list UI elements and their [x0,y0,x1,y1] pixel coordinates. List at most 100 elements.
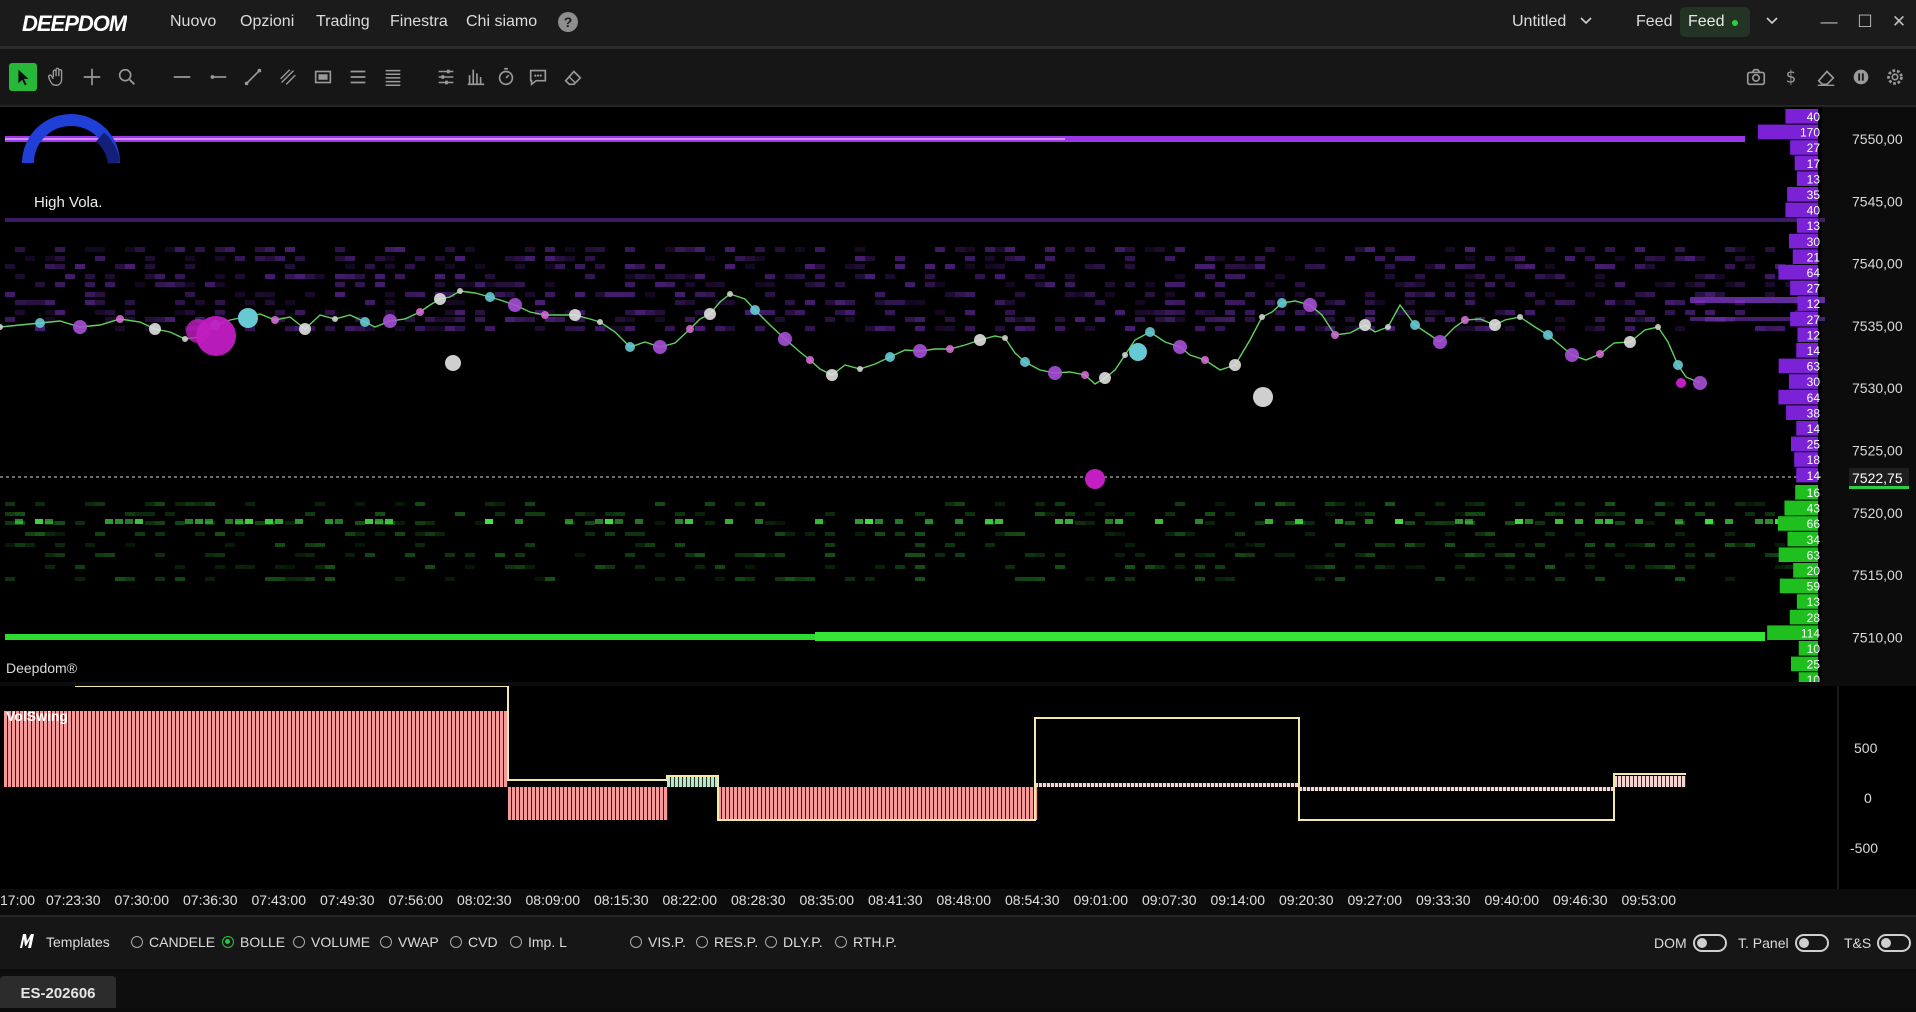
maximize-button[interactable]: ☐ [1852,8,1878,36]
camera-icon[interactable] [1742,63,1770,91]
radio-volume[interactable] [293,936,305,948]
profile-visp[interactable]: VIS.P. [630,934,686,950]
timer-icon[interactable] [492,63,520,91]
radio-vwap[interactable] [380,936,392,948]
channel-icon[interactable] [274,63,302,91]
volswing-bar [1103,783,1107,787]
volswing-bar [1435,787,1439,791]
volswing-bar [440,711,444,787]
volswing-bar [424,711,428,787]
volswing-bar [1375,787,1379,791]
radio-dlyp[interactable] [765,936,777,948]
menu-nuovo[interactable]: Nuovo [170,13,216,31]
volswing-bar [1595,787,1599,791]
volswing-bar [1451,787,1455,791]
volswing-bar [1183,783,1187,787]
menu-trading[interactable]: Trading [316,13,370,31]
volswing-bar [304,711,308,787]
profile-rthp[interactable]: RTH.P. [835,934,897,950]
price-tick: 7540,00 [1852,256,1903,272]
volswing-bar [288,711,292,787]
volume-bars-icon[interactable] [462,63,490,91]
clear-icon[interactable] [1812,63,1840,91]
close-button[interactable]: ✕ [1886,8,1912,36]
trade-bubble [625,342,635,352]
trendline-icon[interactable] [239,63,267,91]
comment-icon[interactable] [524,63,552,91]
volswing-bar [1587,787,1591,791]
menu-chi-siamo[interactable]: Chi siamo [466,13,537,31]
minimize-button[interactable]: — [1816,8,1842,36]
profile-dlyp[interactable]: DLY.P. [765,934,823,950]
profile-volume-bid: 10 [1807,673,1821,682]
crosshair-icon[interactable] [78,63,106,91]
type-cvd[interactable]: CVD [450,934,498,950]
ray-icon[interactable] [204,63,232,91]
dom-toggle[interactable]: DOM [1654,934,1727,952]
profile-volume-bid: 13 [1807,595,1821,609]
tpanel-switch[interactable] [1794,934,1829,952]
menu-finestra[interactable]: Finestra [390,13,448,31]
price-tick: 7510,00 [1852,629,1903,645]
menu-opzioni[interactable]: Opzioni [240,13,294,31]
type-bolle[interactable]: BOLLE [222,934,285,950]
settings-sliders-icon[interactable] [432,63,460,91]
feed-chevron-icon[interactable] [1766,16,1778,26]
volswing-bar [1670,776,1674,787]
gear-icon[interactable] [1881,63,1909,91]
feed-status-text[interactable]: Feed [1688,13,1724,31]
pause-icon[interactable] [1847,63,1875,91]
ts-toggle[interactable]: T&S [1844,934,1912,952]
volswing-bar [1447,787,1451,791]
volswing-bar [336,711,340,787]
dollar-icon[interactable]: $ [1777,63,1805,91]
tpanel-toggle[interactable]: T. Panel [1738,934,1829,952]
volswing-bar [1283,783,1287,787]
volswing-panel[interactable]: VolSwing 500 0 -500 [0,686,1916,889]
trade-bubble [653,340,667,354]
volswing-bar [862,787,866,820]
workspace-chevron-icon[interactable] [1580,16,1592,26]
radio-candele[interactable] [131,936,143,948]
radio-bolle[interactable] [222,936,234,948]
volswing-bar [352,711,356,787]
radio-cvd[interactable] [450,936,462,948]
zoom-icon[interactable] [113,63,141,91]
volswing-bar [360,711,364,787]
profile-volume-ask: 13 [1807,172,1821,186]
rectangle-icon[interactable] [309,63,337,91]
eraser-icon[interactable] [559,63,587,91]
volswing-bar [1487,787,1491,791]
volswing-bar [1511,787,1515,791]
volswing-bar [810,787,814,820]
hline-icon[interactable] [168,63,196,91]
radio-resp[interactable] [696,936,708,948]
trade-bubble [445,355,461,371]
dom-switch[interactable] [1692,934,1727,952]
radio-impl[interactable] [510,936,522,948]
volswing-bar [1407,787,1411,791]
pointer-icon[interactable] [9,63,37,91]
heatmap-price-chart[interactable]: High Vola. Deepdom® 40170271713354013302… [0,107,1916,682]
volswing-bar [1339,787,1343,791]
hand-icon[interactable] [43,63,71,91]
radio-visp[interactable] [630,936,642,948]
trade-bubble [1596,350,1604,358]
profile-volume-ask: 18 [1807,453,1821,467]
type-vwap[interactable]: VWAP [380,934,439,950]
radio-rthp[interactable] [835,936,847,948]
tab-es-202606[interactable]: ES-202606 [0,976,116,1008]
levels-icon[interactable] [379,63,407,91]
type-volume[interactable]: VOLUME [293,934,370,950]
help-icon[interactable]: ? [558,12,578,32]
type-impl[interactable]: Imp. L [510,934,567,950]
list-icon[interactable] [344,63,372,91]
templates-button[interactable]: Templates [46,934,110,950]
trade-bubble [1277,298,1287,308]
profile-resp[interactable]: RES.P. [696,934,758,950]
workspace-name[interactable]: Untitled [1512,13,1566,31]
volswing-bar [1599,787,1603,791]
volswing-bar [252,711,256,787]
ts-switch[interactable] [1877,934,1912,952]
type-candele[interactable]: CANDELE [131,934,215,950]
